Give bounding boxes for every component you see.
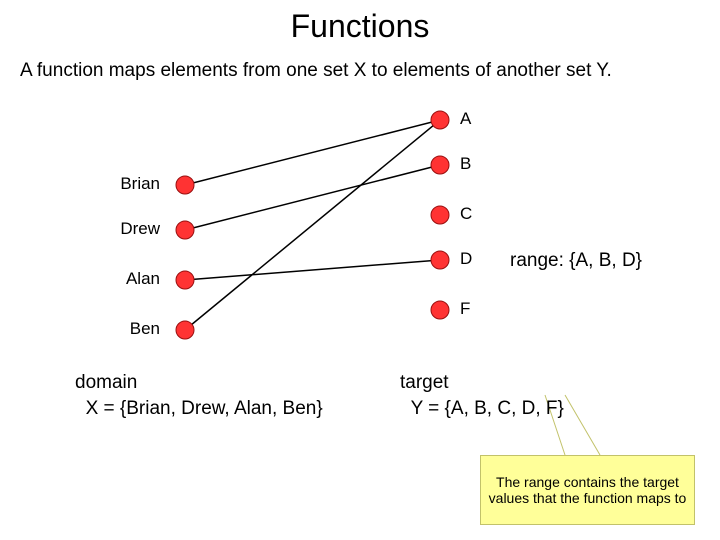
node-dot (176, 271, 194, 289)
node-dot (176, 176, 194, 194)
node-dot (431, 111, 449, 129)
target-set-label: target Y = {A, B, C, D, F} (400, 370, 564, 421)
range-label: range: {A, B, D} (510, 250, 642, 272)
domain-set-label-line2: X = {Brian, Drew, Alan, Ben} (86, 398, 323, 419)
target-item-label: A (460, 109, 471, 129)
mapping-edge (185, 120, 440, 330)
node-dot (431, 156, 449, 174)
node-dot (431, 206, 449, 224)
mapping-edge (185, 120, 440, 185)
target-item-label: F (460, 299, 470, 319)
domain-set-label-line1: domain (75, 372, 137, 393)
node-dot (431, 301, 449, 319)
node-dot (176, 221, 194, 239)
range-callout: The range contains the target values tha… (480, 455, 695, 525)
target-set-label-line1: target (400, 372, 449, 393)
target-item-label: C (460, 204, 472, 224)
target-item-label: D (460, 249, 472, 269)
page-title: Functions (0, 8, 720, 45)
mapping-edge (185, 165, 440, 230)
domain-item-label: Brian (100, 174, 160, 194)
target-set-label-line2: Y = {A, B, C, D, F} (411, 398, 564, 419)
callout-pointer (565, 395, 600, 455)
subtitle-text: A function maps elements from one set X … (20, 60, 612, 82)
target-item-label: B (460, 154, 471, 174)
domain-set-label: domain X = {Brian, Drew, Alan, Ben} (75, 370, 323, 421)
range-callout-text: The range contains the target values tha… (487, 474, 688, 506)
domain-item-label: Drew (100, 219, 160, 239)
mapping-edge (185, 260, 440, 280)
domain-item-label: Alan (100, 269, 160, 289)
node-dot (176, 321, 194, 339)
domain-item-label: Ben (100, 319, 160, 339)
node-dot (431, 251, 449, 269)
